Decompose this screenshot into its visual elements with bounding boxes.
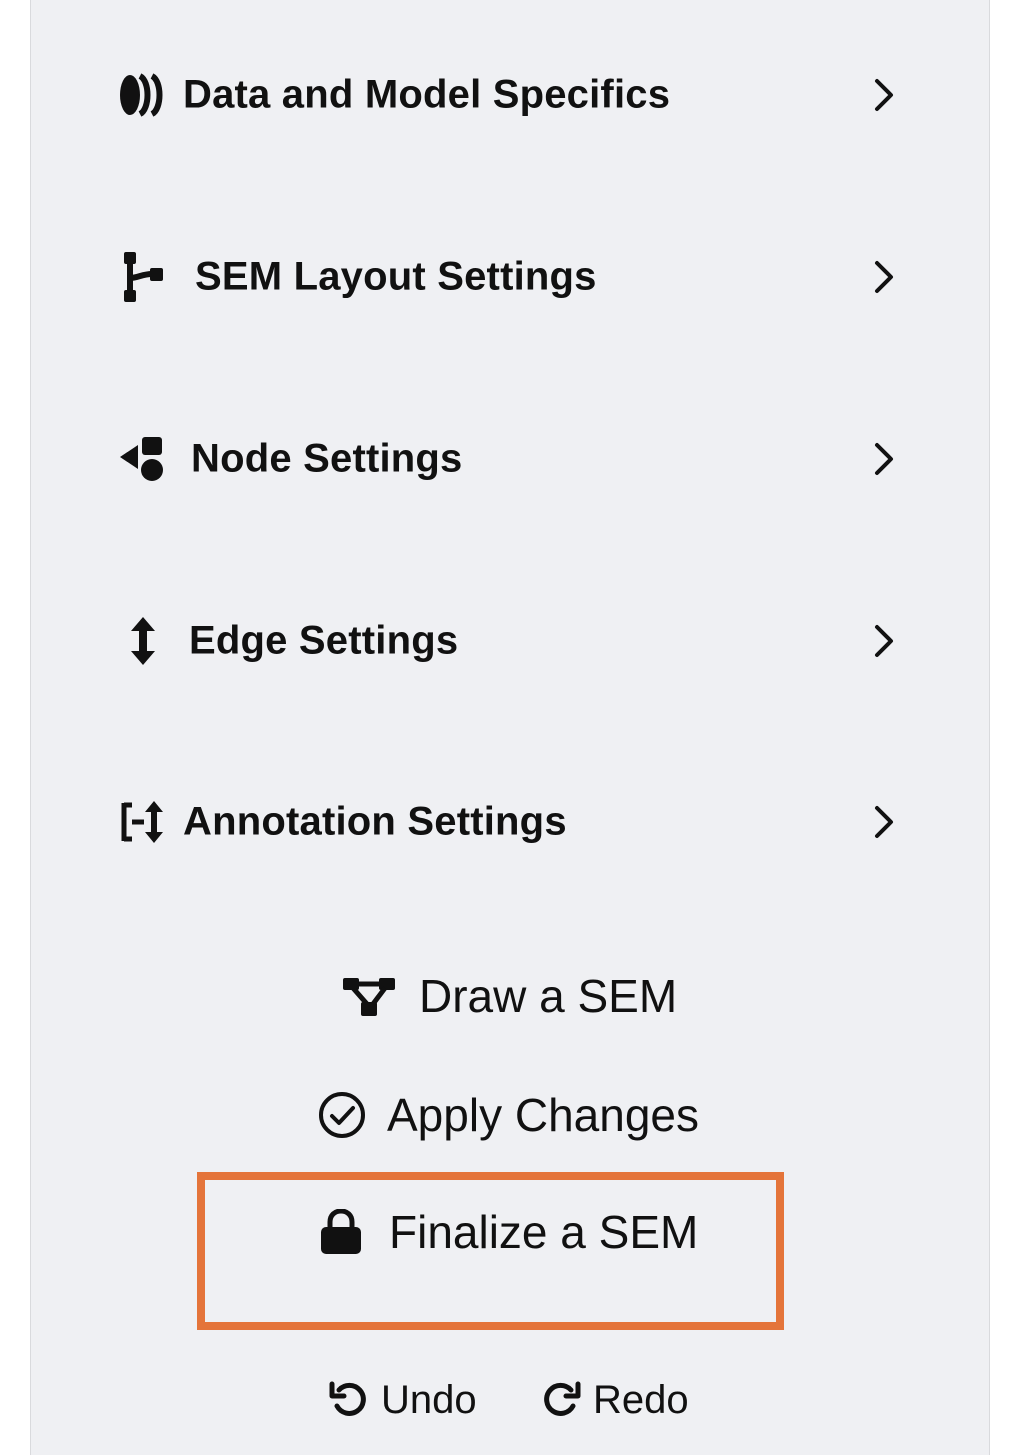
undo-label: Undo (381, 1377, 477, 1422)
database-icon (115, 67, 171, 123)
accordion-label-node: Node Settings (191, 436, 463, 481)
apply-changes-button[interactable]: Apply Changes (317, 1085, 699, 1145)
network-icon (341, 974, 397, 1018)
chevron-right-icon (875, 806, 893, 838)
lock-icon (319, 1209, 363, 1255)
shapes-icon (115, 431, 171, 487)
chevron-right-icon (875, 79, 893, 111)
undo-button[interactable]: Undo (329, 1375, 477, 1425)
finalize-sem-button[interactable]: Finalize a SEM (319, 1202, 698, 1262)
chevron-right-icon (875, 625, 893, 657)
accordion-node-settings[interactable]: Node Settings (31, 414, 991, 504)
undo-icon (329, 1380, 369, 1420)
draw-sem-button[interactable]: Draw a SEM (341, 966, 677, 1026)
accordion-label-data-model: Data and Model Specifics (183, 72, 671, 117)
chevron-right-icon (875, 443, 893, 475)
accordion-label-annotation: Annotation Settings (183, 799, 567, 844)
accordion-label-edge: Edge Settings (189, 618, 459, 663)
accordion-data-model-specifics[interactable]: Data and Model Specifics (31, 50, 991, 140)
redo-button[interactable]: Redo (541, 1375, 689, 1425)
diagram-project-icon (115, 249, 171, 305)
redo-label: Redo (593, 1377, 689, 1422)
apply-changes-label: Apply Changes (387, 1089, 699, 1141)
finalize-sem-label: Finalize a SEM (389, 1206, 699, 1258)
accordion-label-sem-layout: SEM Layout Settings (195, 254, 597, 299)
draw-sem-label: Draw a SEM (419, 970, 678, 1022)
accordion-sem-layout-settings[interactable]: SEM Layout Settings (31, 232, 991, 322)
accordion-edge-settings[interactable]: Edge Settings (31, 596, 991, 686)
text-annotation-icon (115, 794, 171, 850)
accordion-annotation-settings[interactable]: Annotation Settings (31, 777, 991, 867)
check-circle-icon (317, 1090, 367, 1140)
arrows-up-down-icon (115, 613, 171, 669)
redo-icon (541, 1380, 581, 1420)
chevron-right-icon (875, 261, 893, 293)
sidebar-panel: Data and Model Specifics SEM Layout Sett… (30, 0, 990, 1455)
